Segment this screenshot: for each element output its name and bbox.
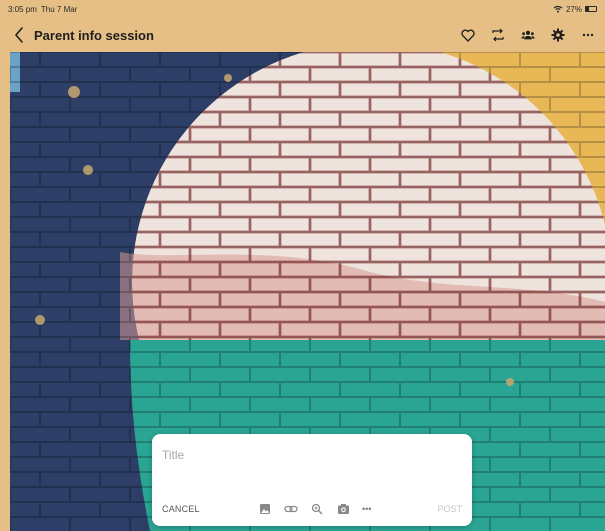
people-icon bbox=[521, 30, 535, 40]
members-button[interactable] bbox=[521, 28, 535, 42]
composer-toolbar: CANCEL ••• POST bbox=[152, 500, 472, 518]
title-input[interactable] bbox=[162, 444, 462, 466]
nav-bar: Parent info session bbox=[0, 18, 605, 52]
like-button[interactable] bbox=[461, 28, 475, 42]
repost-icon bbox=[492, 28, 504, 42]
status-time: 3:05 pm bbox=[8, 4, 37, 14]
cancel-button[interactable]: CANCEL bbox=[162, 504, 200, 514]
camera-button[interactable] bbox=[336, 502, 350, 516]
status-bar: 3:05 pm Thu 7 Mar 27% bbox=[0, 0, 605, 18]
heart-icon bbox=[461, 29, 475, 42]
battery-percent: 27% bbox=[565, 4, 582, 14]
more-options-button[interactable] bbox=[581, 28, 595, 42]
back-chevron-icon bbox=[15, 27, 23, 43]
wifi-icon bbox=[553, 5, 563, 13]
page-title: Parent info session bbox=[34, 27, 154, 43]
gear-icon bbox=[551, 28, 565, 42]
more-horizontal-icon bbox=[582, 33, 594, 37]
camera-icon bbox=[337, 504, 349, 514]
add-image-button[interactable] bbox=[258, 502, 272, 516]
more-icon[interactable]: ••• bbox=[362, 504, 371, 514]
status-date: Thu 7 Mar bbox=[40, 4, 78, 14]
post-composer: CANCEL bbox=[152, 434, 472, 526]
post-button[interactable]: POST bbox=[437, 504, 462, 514]
zoom-icon bbox=[311, 503, 323, 515]
battery-level bbox=[586, 7, 589, 11]
settings-button[interactable] bbox=[551, 28, 565, 42]
battery-icon bbox=[585, 6, 597, 12]
add-link-button[interactable] bbox=[284, 502, 298, 516]
repost-button[interactable] bbox=[491, 28, 505, 42]
image-icon bbox=[260, 504, 270, 514]
search-media-button[interactable] bbox=[310, 502, 324, 516]
link-icon bbox=[284, 505, 298, 513]
back-button[interactable] bbox=[10, 24, 28, 46]
